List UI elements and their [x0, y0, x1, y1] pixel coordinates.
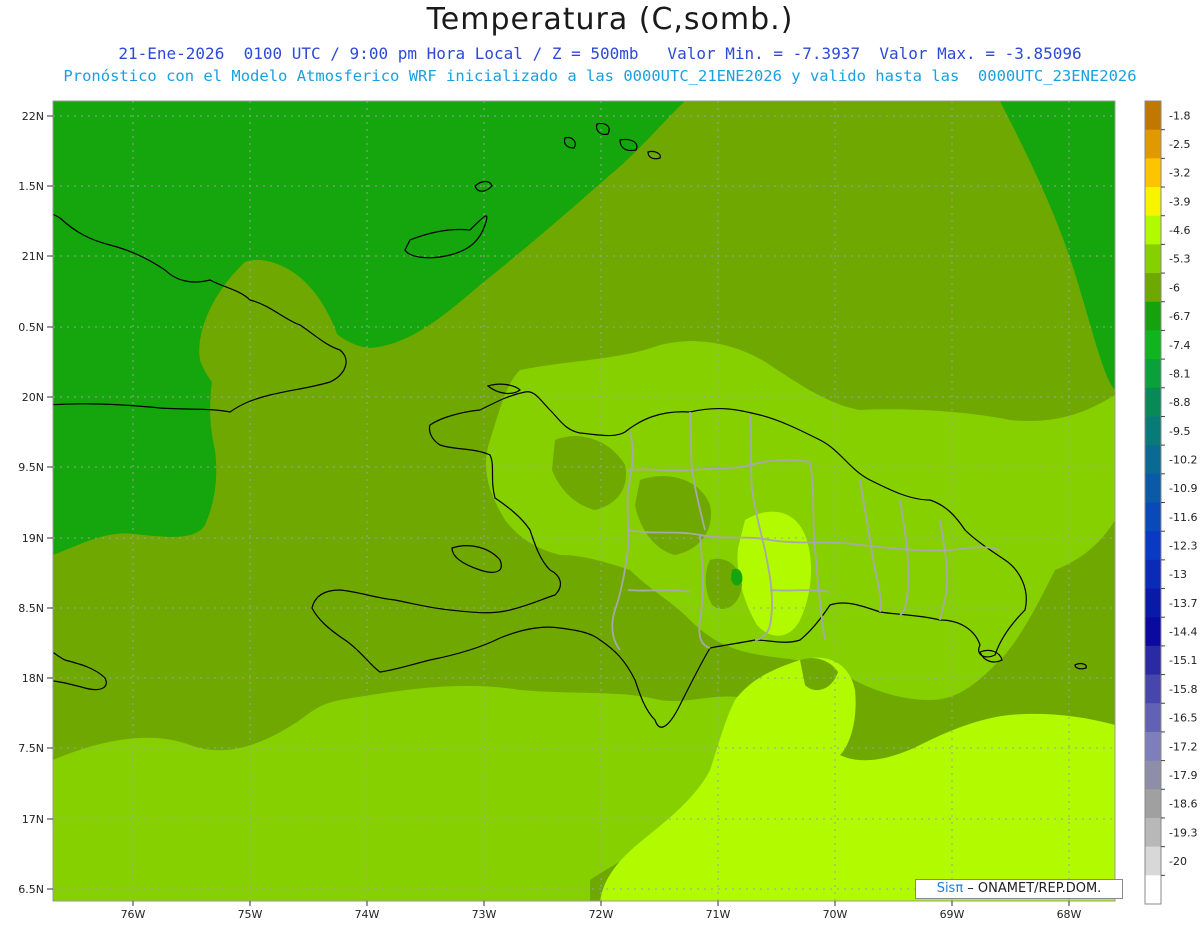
- colorbar-swatch: [1145, 502, 1161, 532]
- colorbar-label: -16.5: [1169, 712, 1197, 725]
- colorbar-swatch: [1145, 387, 1161, 417]
- lat-label: 1.5N: [18, 180, 44, 193]
- lon-label: 72W: [589, 908, 614, 921]
- colorbar-label: -3.2: [1169, 167, 1190, 180]
- colorbar-swatch: [1145, 760, 1161, 790]
- credit-text: – ONAMET/REP.DOM.: [963, 881, 1102, 896]
- lon-label: 71W: [706, 908, 731, 921]
- colorbar-swatch: [1145, 789, 1161, 819]
- colorbar-label: -8.1: [1169, 367, 1190, 380]
- lat-label: 19N: [22, 532, 44, 545]
- colorbar-label: -2.5: [1169, 138, 1190, 151]
- colorbar-label: -5.3: [1169, 253, 1190, 266]
- colorbar-swatch: [1145, 674, 1161, 704]
- colorbar: -1.8 -2.5 -3.2 -3.9 -4.6 -5.3 -6 -6.7 -7.4 -8.1 -8…: [1144, 100, 1197, 905]
- colorbar-label: -12.3: [1169, 540, 1197, 553]
- colorbar-label: -14.4: [1169, 626, 1197, 639]
- colorbar-swatch: [1145, 531, 1161, 561]
- sispi-logo-text: Sisπ: [936, 881, 964, 896]
- colorbar-label: -13: [1169, 568, 1187, 581]
- colorbar-swatch: [1145, 158, 1161, 188]
- lon-label: 76W: [121, 908, 146, 921]
- credit-box: Sisπ – ONAMET/REP.DOM.: [915, 879, 1123, 899]
- lat-label: 21N: [22, 250, 44, 263]
- colorbar-label: -18.6: [1169, 798, 1197, 811]
- colorbar-swatch: [1145, 215, 1161, 245]
- colorbar-swatch: [1145, 273, 1161, 303]
- colorbar-label: -17.9: [1169, 769, 1197, 782]
- colorbar-swatch: [1145, 330, 1161, 360]
- colorbar-label: -6.7: [1169, 310, 1190, 323]
- colorbar-swatch: [1145, 645, 1161, 676]
- colorbar-label: -15.8: [1169, 683, 1197, 696]
- colorbar-label: -15.1: [1169, 654, 1197, 667]
- colorbar-swatch: [1145, 445, 1161, 475]
- colorbar-swatch: [1145, 416, 1161, 446]
- colorbar-label: -11.6: [1169, 511, 1197, 524]
- colorbar-swatch: [1145, 301, 1161, 331]
- lat-label: 9.5N: [18, 461, 44, 474]
- lat-label: 6.5N: [18, 883, 44, 896]
- lat-label: 22N: [22, 110, 44, 123]
- lat-label: 18N: [22, 672, 44, 685]
- colorbar-label: -8.8: [1169, 396, 1190, 409]
- lon-label: 75W: [238, 908, 263, 921]
- temperature-map: 22N 1.5N 21N 0.5N 20N 9.5N 19N 8.5N 18N …: [18, 100, 1197, 921]
- colorbar-swatch: [1145, 187, 1161, 217]
- lat-label: 0.5N: [18, 321, 44, 334]
- colorbar-label: -13.7: [1169, 597, 1197, 610]
- lon-label: 73W: [472, 908, 497, 921]
- colorbar-swatch: [1145, 473, 1161, 503]
- colorbar-label: -4.6: [1169, 224, 1190, 237]
- colorbar-swatch: [1145, 703, 1161, 733]
- colorbar-label: -17.2: [1169, 740, 1197, 753]
- colorbar-swatch: [1145, 244, 1161, 274]
- colorbar-label: -6: [1169, 281, 1180, 294]
- lat-label: 17N: [22, 813, 44, 826]
- colorbar-label: -1.8: [1169, 109, 1190, 122]
- colorbar-label: -3.9: [1169, 195, 1190, 208]
- longitude-axis: 76W 75W 74W 73W 72W 71W 70W 69W 68W: [121, 901, 1082, 921]
- colorbar-swatch: [1145, 846, 1161, 876]
- lat-label: 20N: [22, 391, 44, 404]
- lon-label: 74W: [355, 908, 380, 921]
- colorbar-swatch: [1145, 617, 1161, 647]
- colorbar-swatch: [1145, 129, 1161, 159]
- latitude-axis: 22N 1.5N 21N 0.5N 20N 9.5N 19N 8.5N 18N …: [18, 110, 53, 896]
- colorbar-swatch: [1145, 817, 1161, 848]
- colorbar-label: -10.9: [1169, 482, 1197, 495]
- colorbar-swatch: [1145, 875, 1161, 905]
- colorbar-label: -7.4: [1169, 339, 1190, 352]
- lon-label: 68W: [1057, 908, 1082, 921]
- temperature-field: [53, 101, 1115, 901]
- lat-label: 7.5N: [18, 742, 44, 755]
- lon-label: 70W: [823, 908, 848, 921]
- colorbar-swatch: [1145, 101, 1161, 131]
- lon-label: 69W: [940, 908, 965, 921]
- colorbar-swatch: [1145, 559, 1161, 590]
- colorbar-swatch: [1145, 731, 1161, 762]
- lat-label: 8.5N: [18, 602, 44, 615]
- colorbar-label: -10.2: [1169, 454, 1197, 467]
- colorbar-label: -19.3: [1169, 826, 1197, 839]
- colorbar-label: -20: [1169, 855, 1187, 868]
- colorbar-swatch: [1145, 359, 1161, 389]
- colorbar-swatch: [1145, 588, 1161, 618]
- colorbar-label: -9.5: [1169, 425, 1190, 438]
